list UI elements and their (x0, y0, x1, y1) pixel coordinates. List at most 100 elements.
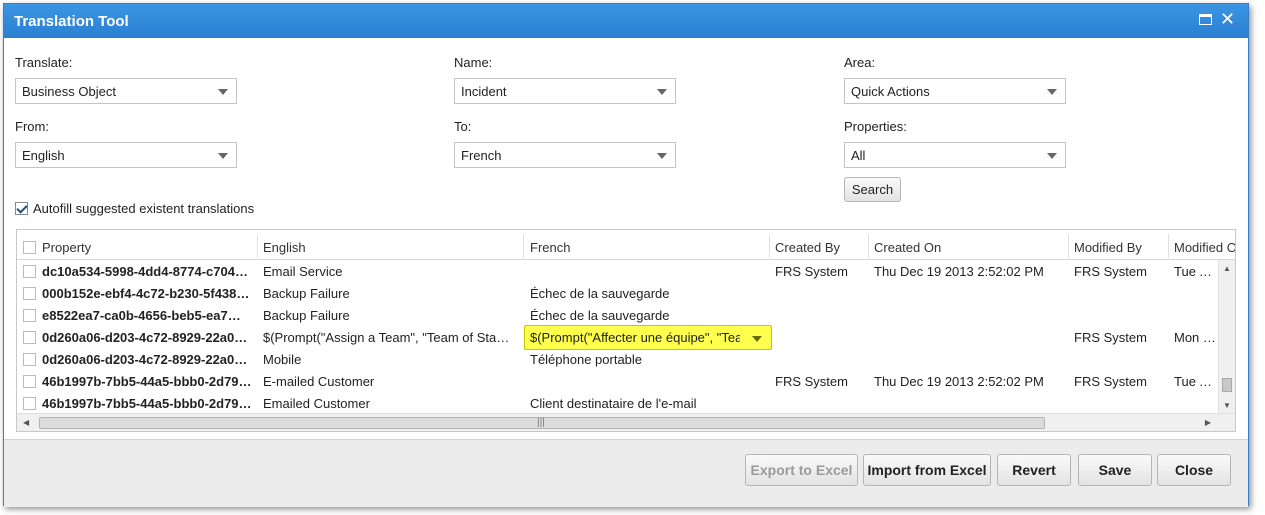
cell-french: Échec de la sauvegarde (530, 308, 670, 323)
column-header-modified-by[interactable]: Modified By (1074, 240, 1142, 255)
row-checkbox[interactable] (23, 287, 36, 300)
chevron-down-icon (657, 153, 667, 159)
grid-header: Property English French Created By Creat… (17, 230, 1235, 260)
translation-tool-dialog: Translation Tool ✕ Translate: Business O… (3, 3, 1249, 507)
row-checkbox[interactable] (23, 397, 36, 410)
column-header-modified-on[interactable]: Modified O (1174, 240, 1235, 255)
row-checkbox[interactable] (23, 265, 36, 278)
chevron-down-icon (657, 89, 667, 95)
dialog-title: Translation Tool (14, 13, 129, 30)
cell-property: 0d260a06-d203-4c72-8929-22a0… (42, 330, 248, 345)
to-value: French (461, 148, 502, 163)
title-bar[interactable]: Translation Tool ✕ (4, 4, 1248, 38)
cell-modified-on: Tue Apr (1174, 264, 1219, 279)
close-button[interactable]: Close (1157, 454, 1231, 486)
cell-created-by: FRS System (775, 374, 848, 389)
table-row[interactable]: e8522ea7-ca0b-4656-beb5-ea7… Backup Failu… (17, 304, 1219, 326)
row-checkbox[interactable] (23, 353, 36, 366)
cell-french: Téléphone portable (530, 352, 643, 367)
cell-modified-by: FRS System (1074, 330, 1147, 345)
close-icon[interactable]: ✕ (1220, 10, 1236, 28)
translation-grid: Property English French Created By Creat… (16, 229, 1236, 432)
autofill-label: Autofill suggested existent translations (33, 201, 255, 216)
save-button[interactable]: Save (1078, 454, 1152, 486)
chevron-down-icon (218, 89, 228, 95)
name-label: Name: (454, 55, 493, 70)
horizontal-scroll-thumb[interactable]: ||| (39, 417, 1045, 429)
column-header-english[interactable]: English (263, 240, 306, 255)
table-row[interactable]: dc10a534-5998-4dd4-8774-c704… Email Servi… (17, 260, 1219, 282)
chevron-down-icon (1047, 89, 1057, 95)
from-label: From: (15, 119, 49, 134)
editor-value: $(Prompt("Affecter une équipe", "Tea (530, 330, 740, 345)
cell-modified-on: Mon Ma (1174, 330, 1219, 345)
area-select[interactable]: Quick Actions (844, 78, 1066, 104)
vertical-scroll-thumb[interactable] (1222, 378, 1232, 392)
table-row[interactable]: 0d260a06-d203-4c72-8929-22a0… $(Prompt("A… (17, 325, 1219, 350)
name-value: Incident (461, 84, 507, 99)
table-row[interactable]: 46b1997b-7bb5-44a5-bbb0-2d79… Emailed Cus… (17, 392, 1219, 414)
scroll-right-icon[interactable]: ▶ (1205, 418, 1211, 427)
from-select[interactable]: English (15, 142, 237, 168)
area-label: Area: (844, 55, 876, 70)
cell-english: E-mailed Customer (263, 374, 375, 389)
maximize-icon[interactable] (1198, 12, 1214, 28)
cell-french: Échec de la sauvegarde (530, 286, 670, 301)
export-to-excel-button[interactable]: Export to Excel (745, 454, 858, 486)
cell-modified-by: FRS System (1074, 374, 1147, 389)
french-translation-editor[interactable]: $(Prompt("Affecter une équipe", "Tea (524, 325, 772, 350)
name-select[interactable]: Incident (454, 78, 676, 104)
cell-property: 46b1997b-7bb5-44a5-bbb0-2d79… (42, 374, 252, 389)
search-button[interactable]: Search (844, 177, 901, 202)
column-header-property[interactable]: Property (42, 240, 91, 255)
chevron-down-icon (1047, 153, 1057, 159)
column-header-french[interactable]: French (530, 240, 570, 255)
scroll-down-icon[interactable]: ▼ (1223, 401, 1231, 410)
cell-english: Email Service (263, 264, 343, 279)
row-checkbox[interactable] (23, 375, 36, 388)
dialog-footer: Export to Excel Import from Excel Revert… (4, 439, 1248, 507)
cell-modified-on: Tue Apr (1174, 374, 1219, 389)
cell-english: Emailed Customer (263, 396, 370, 411)
cell-property: 0d260a06-d203-4c72-8929-22a0… (42, 352, 248, 367)
import-from-excel-button[interactable]: Import from Excel (863, 454, 991, 486)
translate-select[interactable]: Business Object (15, 78, 237, 104)
cell-english: $(Prompt("Assign a Team", "Team of Sta… (263, 330, 510, 345)
cell-created-on: Thu Dec 19 2013 2:52:02 PM (874, 264, 1044, 279)
column-header-created-by[interactable]: Created By (775, 240, 840, 255)
row-checkbox[interactable] (23, 331, 36, 344)
cell-created-by: FRS System (775, 264, 848, 279)
table-row[interactable]: 000b152e-ebf4-4c72-b230-5f438… Backup Fai… (17, 282, 1219, 304)
select-all-checkbox[interactable] (23, 241, 36, 254)
properties-value: All (851, 148, 866, 163)
revert-button[interactable]: Revert (997, 454, 1071, 486)
area-value: Quick Actions (851, 84, 930, 99)
row-checkbox[interactable] (23, 309, 36, 322)
vertical-scrollbar[interactable]: ▲ ▼ (1218, 260, 1235, 414)
cell-property: 46b1997b-7bb5-44a5-bbb0-2d79… (42, 396, 252, 411)
column-header-created-on[interactable]: Created On (874, 240, 941, 255)
properties-label: Properties: (844, 119, 907, 134)
cell-created-on: Thu Dec 19 2013 2:52:02 PM (874, 374, 1044, 389)
grid-rows: dc10a534-5998-4dd4-8774-c704… Email Servi… (17, 260, 1219, 414)
chevron-down-icon (218, 153, 228, 159)
autofill-checkbox[interactable] (15, 202, 28, 215)
cell-english: Backup Failure (263, 308, 350, 323)
properties-select[interactable]: All (844, 142, 1066, 168)
scroll-left-icon[interactable]: ◀ (23, 418, 29, 427)
table-row[interactable]: 0d260a06-d203-4c72-8929-22a0… Mobile Télép… (17, 348, 1219, 370)
cell-french: Client destinataire de l'e-mail (530, 396, 697, 411)
cell-property: 000b152e-ebf4-4c72-b230-5f438… (42, 286, 250, 301)
table-row[interactable]: 46b1997b-7bb5-44a5-bbb0-2d79… E-mailed Cu… (17, 370, 1219, 392)
cell-english: Mobile (263, 352, 302, 367)
from-value: English (22, 148, 65, 163)
cell-property: dc10a534-5998-4dd4-8774-c704… (42, 264, 248, 279)
cell-property: e8522ea7-ca0b-4656-beb5-ea7… (42, 308, 241, 323)
cell-modified-by: FRS System (1074, 264, 1147, 279)
to-select[interactable]: French (454, 142, 676, 168)
to-label: To: (454, 119, 472, 134)
scroll-up-icon[interactable]: ▲ (1223, 264, 1231, 273)
translate-value: Business Object (22, 84, 116, 99)
horizontal-scrollbar[interactable]: ◀ ||| ▶ (17, 413, 1235, 431)
chevron-down-icon[interactable] (752, 336, 762, 342)
